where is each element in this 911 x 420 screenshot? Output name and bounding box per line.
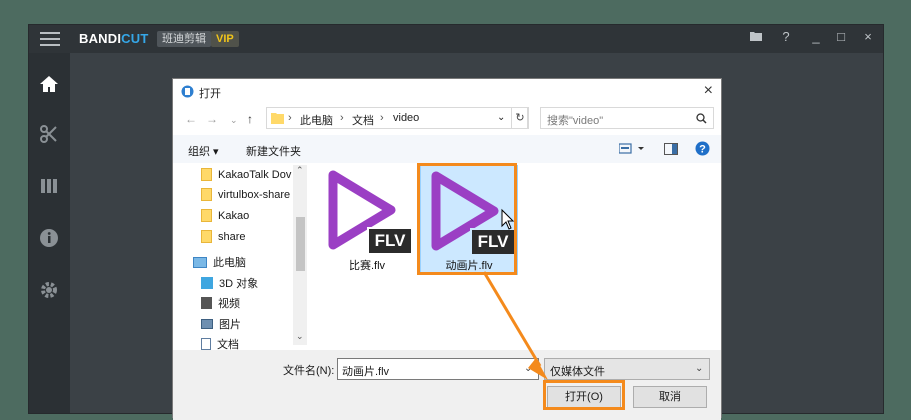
settings-icon[interactable] (38, 279, 60, 301)
tree-item-share[interactable]: share (201, 227, 306, 247)
film-icon (201, 297, 212, 309)
file-highlight (417, 163, 517, 275)
filename-label: 文件名(N): (283, 365, 335, 377)
forward-button[interactable]: → (206, 112, 218, 126)
organize-button[interactable]: 组织 ▾ (188, 143, 219, 159)
navigation-tree: KakaoTalk Dov virtulbox-share Kakao shar… (173, 165, 309, 350)
chevron-down-icon: ⌄ (695, 363, 704, 374)
help-icon[interactable]: ? (695, 141, 710, 159)
tree-item-kakaotalk[interactable]: KakaoTalk Dov (201, 165, 306, 185)
tree-item-virtulbox[interactable]: virtulbox-share (201, 185, 306, 205)
svg-text:?: ? (699, 144, 706, 156)
tree-item-pictures[interactable]: 图片 (201, 315, 306, 335)
folder-icon (201, 168, 212, 181)
document-icon (201, 338, 211, 350)
app-logo: BANDICUT (79, 31, 149, 46)
recent-dropdown[interactable]: ⌄ (230, 115, 238, 126)
cube-icon (201, 277, 213, 289)
help-button[interactable]: ? (777, 29, 795, 44)
tree-item-3d-objects[interactable]: 3D 对象 (201, 274, 306, 294)
scroll-up-icon[interactable]: ⌃ (296, 165, 304, 176)
tree-item-documents[interactable]: 文档 (201, 335, 306, 350)
tree-scrollbar[interactable]: ⌃ ⌄ (293, 165, 307, 345)
breadcrumb-documents[interactable]: 文档 (352, 112, 374, 128)
search-icon (696, 113, 707, 124)
picture-icon (201, 319, 213, 329)
dialog-footer: 文件名(N): 动画片.flv ⌄ 仅媒体文件 ⌄ 打开(O) 取消 (173, 350, 721, 420)
new-folder-button[interactable]: 新建文件夹 (246, 143, 301, 159)
folder-icon (201, 209, 212, 222)
address-bar[interactable]: › 此电脑 › 文档 › video ⌄ (266, 107, 528, 129)
folder-icon (271, 113, 284, 124)
cancel-button[interactable]: 取消 (633, 386, 707, 408)
home-icon[interactable] (38, 73, 60, 95)
tree-item-this-pc[interactable]: 此电脑 (193, 253, 298, 273)
view-options-icon[interactable] (618, 143, 645, 158)
refresh-icon[interactable]: ↻ (511, 107, 529, 129)
scroll-down-icon[interactable]: ⌄ (296, 331, 304, 342)
up-button[interactable]: ↑ (247, 112, 253, 126)
maximize-button[interactable]: □ (832, 29, 850, 44)
folder-icon[interactable] (747, 29, 765, 44)
open-button-highlight (543, 380, 625, 410)
menu-icon[interactable] (40, 32, 60, 47)
filename-input[interactable]: 动画片.flv ⌄ (337, 358, 539, 380)
close-button[interactable]: × (859, 29, 877, 44)
sidebar (29, 53, 70, 413)
breadcrumb-video[interactable]: video (393, 112, 419, 124)
back-button[interactable]: ← (185, 112, 197, 126)
dialog-toolbar: 组织 ▾ 新建文件夹 ? (173, 135, 721, 163)
scrollbar-thumb[interactable] (296, 217, 305, 271)
computer-icon (193, 257, 207, 268)
file-type-select[interactable]: 仅媒体文件 ⌄ (544, 358, 710, 380)
chevron-down-icon[interactable]: ⌄ (524, 363, 532, 374)
title-bar: BANDICUT 班迪剪辑 VIP ? _ □ × (29, 25, 883, 53)
search-input[interactable]: 搜索"video" (540, 107, 714, 129)
vip-badge[interactable]: VIP (211, 31, 239, 47)
minimize-button[interactable]: _ (807, 29, 825, 44)
address-dropdown-icon[interactable]: ⌄ (497, 112, 505, 123)
breadcrumb-pc[interactable]: 此电脑 (300, 112, 333, 128)
preview-pane-icon[interactable] (664, 143, 678, 158)
info-icon[interactable] (38, 227, 60, 249)
dialog-app-icon (181, 85, 194, 103)
folder-icon (201, 230, 212, 243)
folder-icon (201, 188, 212, 201)
file-item-bisai[interactable]: FLV 比赛.flv (319, 167, 415, 275)
flv-badge: FLV (374, 231, 406, 250)
file-name: 比赛.flv (348, 260, 386, 272)
join-icon[interactable] (38, 175, 60, 197)
tree-item-videos[interactable]: 视频 (201, 294, 306, 314)
dialog-close-icon[interactable]: × (704, 82, 713, 100)
dialog-title: 打开 (199, 88, 221, 100)
open-file-dialog: 打开 × ← → ⌄ ↑ › 此电脑 › 文档 › video ⌄ ↻ 搜索"v… (172, 78, 722, 420)
cut-icon[interactable] (38, 123, 60, 145)
app-subtitle: 班迪剪辑 (157, 31, 211, 47)
tree-item-kakao[interactable]: Kakao (201, 206, 306, 226)
